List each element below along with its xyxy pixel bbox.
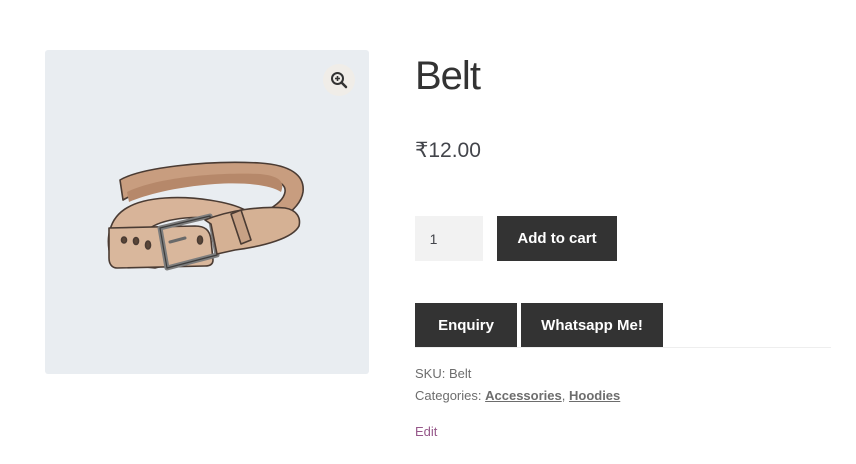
categories-label: Categories: [415,388,482,403]
whatsapp-button[interactable]: Whatsapp Me! [521,303,663,347]
categories-line: Categories: Accessories, Hoodies [415,388,620,404]
sku-label: SKU: [415,366,446,381]
product-title: Belt [415,54,481,98]
product-image[interactable] [45,50,369,374]
product-price: ₹12.00 [415,139,481,162]
sku-value: Belt [448,366,472,381]
sku-line: SKU: Belt [415,366,471,382]
add-to-cart-button[interactable]: Add to cart [497,216,617,261]
product-gallery [45,50,369,374]
enquiry-button[interactable]: Enquiry [415,303,517,347]
divider [415,347,831,348]
edit-link[interactable]: Edit [415,424,437,440]
category-link-hoodies[interactable]: Hoodies [569,388,620,403]
zoom-in-icon [331,72,348,89]
quantity-input[interactable] [415,216,483,261]
category-link-accessories[interactable]: Accessories [485,388,562,403]
category-separator: , [561,388,566,403]
zoom-button[interactable] [323,64,355,96]
product-page: Belt ₹12.00 Add to cart Enquiry Whatsapp… [0,0,856,464]
